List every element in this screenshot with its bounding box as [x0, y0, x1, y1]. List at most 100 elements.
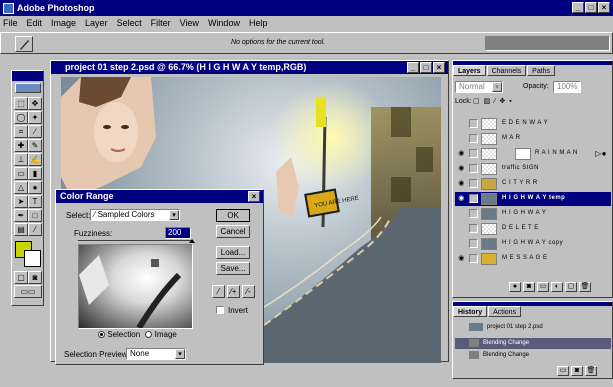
- new-snapshot-button[interactable]: ◙: [571, 366, 583, 376]
- history-brush-icon[interactable]: ✍: [28, 153, 42, 166]
- delete-layer-button[interactable]: 🗑: [579, 282, 591, 292]
- tab-actions[interactable]: Actions: [488, 306, 522, 317]
- new-set-button[interactable]: ▭: [537, 282, 549, 292]
- lasso-icon[interactable]: ◯: [14, 111, 28, 124]
- opacity-field[interactable]: 100%: [553, 81, 581, 93]
- history-state[interactable]: Blending Change: [455, 338, 611, 349]
- layer-effects-icon[interactable]: ▷●: [595, 149, 607, 158]
- menu-edit[interactable]: Edit: [27, 18, 43, 28]
- selection-preview-image[interactable]: [78, 244, 193, 330]
- link-icon[interactable]: [469, 179, 478, 188]
- menu-filter[interactable]: Filter: [151, 18, 171, 28]
- doc-close-button[interactable]: ×: [433, 62, 445, 73]
- eraser-icon[interactable]: ▭: [14, 167, 28, 180]
- link-icon[interactable]: [469, 149, 478, 158]
- minimize-button[interactable]: _: [572, 2, 584, 13]
- menu-file[interactable]: File: [3, 18, 18, 28]
- link-icon[interactable]: [469, 224, 478, 233]
- selection-preview-dropdown[interactable]: None ▾: [126, 348, 186, 360]
- fuzziness-input[interactable]: 200: [165, 227, 191, 239]
- fuzziness-slider-track[interactable]: [78, 240, 193, 241]
- radio-selection[interactable]: [98, 331, 105, 339]
- type-icon[interactable]: T: [28, 195, 42, 208]
- layer-row[interactable]: D E L E T E: [455, 222, 611, 236]
- palette-well[interactable]: [485, 36, 610, 51]
- select-dropdown[interactable]: ⁄ Sampled Colors ▾: [90, 209, 180, 221]
- crop-icon[interactable]: ⌗: [14, 125, 28, 138]
- layer-row[interactable]: M A R: [455, 132, 611, 146]
- stamp-icon[interactable]: ⊥: [14, 153, 28, 166]
- eye-icon[interactable]: ◉: [458, 255, 465, 262]
- fuzziness-slider-thumb[interactable]: [189, 239, 195, 243]
- eyedropper-plus-button[interactable]: ⁄+: [227, 285, 240, 298]
- save-button[interactable]: Save...: [216, 262, 250, 275]
- link-icon[interactable]: [469, 119, 478, 128]
- eye-icon[interactable]: [458, 240, 465, 247]
- layer-row[interactable]: ◉ M E S S A G E: [455, 252, 611, 266]
- link-icon[interactable]: [469, 239, 478, 248]
- link-icon[interactable]: [469, 254, 478, 263]
- invert-checkbox[interactable]: [216, 306, 224, 314]
- eye-icon[interactable]: ◉: [458, 165, 465, 172]
- eye-icon[interactable]: ◉: [458, 195, 465, 202]
- link-icon[interactable]: [469, 209, 478, 218]
- doc-maximize-button[interactable]: □: [420, 62, 432, 73]
- dodge-icon[interactable]: ●: [28, 181, 42, 194]
- dialog-close-button[interactable]: ×: [248, 191, 260, 202]
- tab-layers[interactable]: Layers: [453, 65, 486, 76]
- menu-window[interactable]: Window: [208, 18, 240, 28]
- layer-row[interactable]: ◉ R A I N M A N ▷●: [455, 147, 611, 161]
- shape-icon[interactable]: □: [28, 209, 42, 222]
- eye-icon[interactable]: ◉: [458, 150, 465, 157]
- tab-paths[interactable]: Paths: [527, 65, 556, 76]
- move-icon[interactable]: ✥: [28, 97, 42, 110]
- layer-row[interactable]: H I G H W A Y: [455, 207, 611, 221]
- eyedropper-icon[interactable]: ⁄: [28, 223, 42, 236]
- menu-image[interactable]: Image: [51, 18, 76, 28]
- layer-style-button[interactable]: ●: [509, 282, 521, 292]
- blend-mode-dropdown[interactable]: Normal ▾: [455, 81, 503, 93]
- layer-row[interactable]: E D E N W A Y: [455, 117, 611, 131]
- standard-mode-icon[interactable]: ▢: [14, 271, 28, 284]
- add-mask-button[interactable]: ◙: [523, 282, 535, 292]
- history-snapshot[interactable]: project 01 step 2.psd: [455, 322, 611, 333]
- adjustment-layer-button[interactable]: ◐: [551, 282, 563, 292]
- eye-icon[interactable]: [458, 210, 465, 217]
- blur-icon[interactable]: △: [14, 181, 28, 194]
- menu-help[interactable]: Help: [249, 18, 268, 28]
- eye-icon[interactable]: [458, 135, 465, 142]
- menu-layer[interactable]: Layer: [85, 18, 108, 28]
- eyedropper-button[interactable]: ⁄: [212, 285, 225, 298]
- link-icon[interactable]: [469, 134, 478, 143]
- layer-row[interactable]: ◉ C I T Y R R: [455, 177, 611, 191]
- marquee-icon[interactable]: ⬚: [14, 97, 28, 110]
- adobe-logo-icon[interactable]: [15, 83, 41, 93]
- history-brush-icon[interactable]: [457, 323, 465, 331]
- close-button[interactable]: ×: [598, 2, 610, 13]
- cancel-button[interactable]: Cancel: [216, 225, 250, 238]
- eyedropper-minus-button[interactable]: ⁄-: [242, 285, 255, 298]
- pen-icon[interactable]: ✒: [14, 209, 28, 222]
- eye-icon[interactable]: [458, 120, 465, 127]
- slice-icon[interactable]: ∕: [28, 125, 42, 138]
- new-document-button[interactable]: ▭: [557, 366, 569, 376]
- brush-icon[interactable]: [469, 194, 478, 203]
- brush-icon[interactable]: ✎: [28, 139, 42, 152]
- notes-icon[interactable]: ▤: [14, 223, 28, 236]
- link-icon[interactable]: [469, 164, 478, 173]
- path-select-icon[interactable]: ➤: [14, 195, 28, 208]
- eye-icon[interactable]: [458, 225, 465, 232]
- magic-wand-icon[interactable]: ✦: [28, 111, 42, 124]
- eye-icon[interactable]: ◉: [458, 180, 465, 187]
- maximize-button[interactable]: □: [585, 2, 597, 13]
- ok-button[interactable]: OK: [216, 209, 250, 222]
- doc-minimize-button[interactable]: _: [407, 62, 419, 73]
- current-tool-icon[interactable]: [15, 36, 33, 52]
- screen-mode-icon[interactable]: ▭▭: [14, 285, 42, 298]
- tab-channels[interactable]: Channels: [486, 65, 527, 76]
- new-layer-button[interactable]: ▢: [565, 282, 577, 292]
- tab-history[interactable]: History: [453, 306, 488, 317]
- history-state[interactable]: Blending Change: [455, 350, 611, 361]
- delete-state-button[interactable]: 🗑: [585, 366, 597, 376]
- gradient-icon[interactable]: ▮: [28, 167, 42, 180]
